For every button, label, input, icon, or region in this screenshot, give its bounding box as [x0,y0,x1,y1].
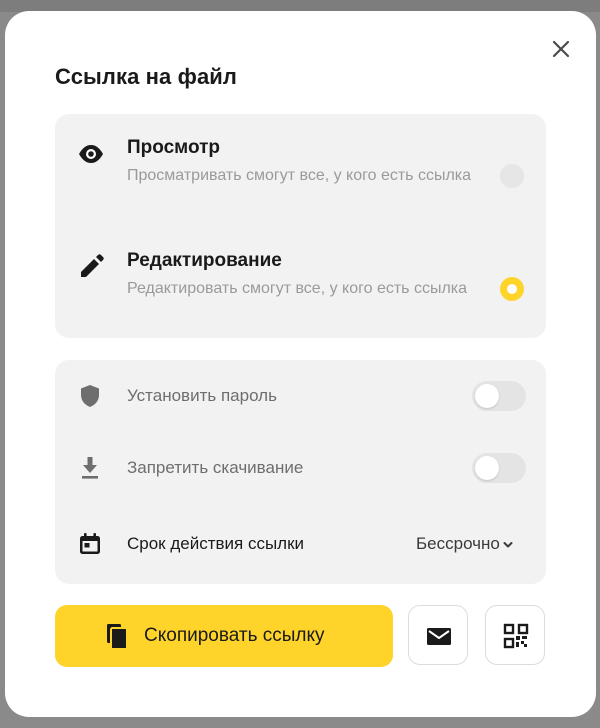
dialog-title: Ссылка на файл [55,64,237,89]
password-toggle[interactable] [472,381,526,411]
close-button[interactable] [550,38,572,60]
edit-radio[interactable] [500,277,524,301]
password-row: Установить пароль [55,376,546,416]
access-option-view-title: Просмотр [127,137,221,158]
password-label: Установить пароль [127,386,277,405]
mail-icon [427,628,451,645]
share-link-dialog: Ссылка на файл Просмотр Просматривать см… [5,11,596,717]
qr-code-button[interactable] [485,605,545,665]
eye-icon [79,145,103,163]
shield-icon [81,385,99,407]
no-download-row: Запретить скачивание [55,448,546,488]
access-option-edit-description: Редактировать смогут все, у кого есть сс… [127,280,468,297]
access-option-edit[interactable]: Редактирование Редактировать смогут все,… [55,247,546,337]
qr-code-icon [503,623,529,649]
no-download-toggle[interactable] [472,453,526,483]
access-option-edit-title: Редактирование [127,250,282,271]
access-option-view-description: Просматривать смогут все, у кого есть сс… [127,167,472,184]
expiry-row: Срок действия ссылки Бессрочно [55,524,546,564]
no-download-label: Запретить скачивание [127,458,304,477]
close-icon [552,40,570,58]
download-icon [82,457,98,479]
pencil-icon [81,254,104,277]
expiry-value: Бессрочно [416,534,500,553]
view-radio[interactable] [500,164,524,188]
settings-card: Установить пароль Запретить скачивание С… [55,360,546,584]
copy-link-label: Скопировать ссылку [144,625,325,646]
send-email-button[interactable] [408,605,468,665]
access-option-view[interactable]: Просмотр Просматривать смогут все, у ког… [55,134,546,224]
chevron-down-icon [503,541,513,548]
calendar-icon [80,533,100,554]
password-toggle-knob [475,384,499,408]
copy-link-button[interactable]: Скопировать ссылку [55,605,393,667]
copy-icon [107,624,128,650]
access-card: Просмотр Просматривать смогут все, у ког… [55,114,546,338]
expiry-label: Срок действия ссылки [127,534,305,553]
expiry-dropdown[interactable]: Бессрочно [416,534,514,554]
no-download-toggle-knob [475,456,499,480]
